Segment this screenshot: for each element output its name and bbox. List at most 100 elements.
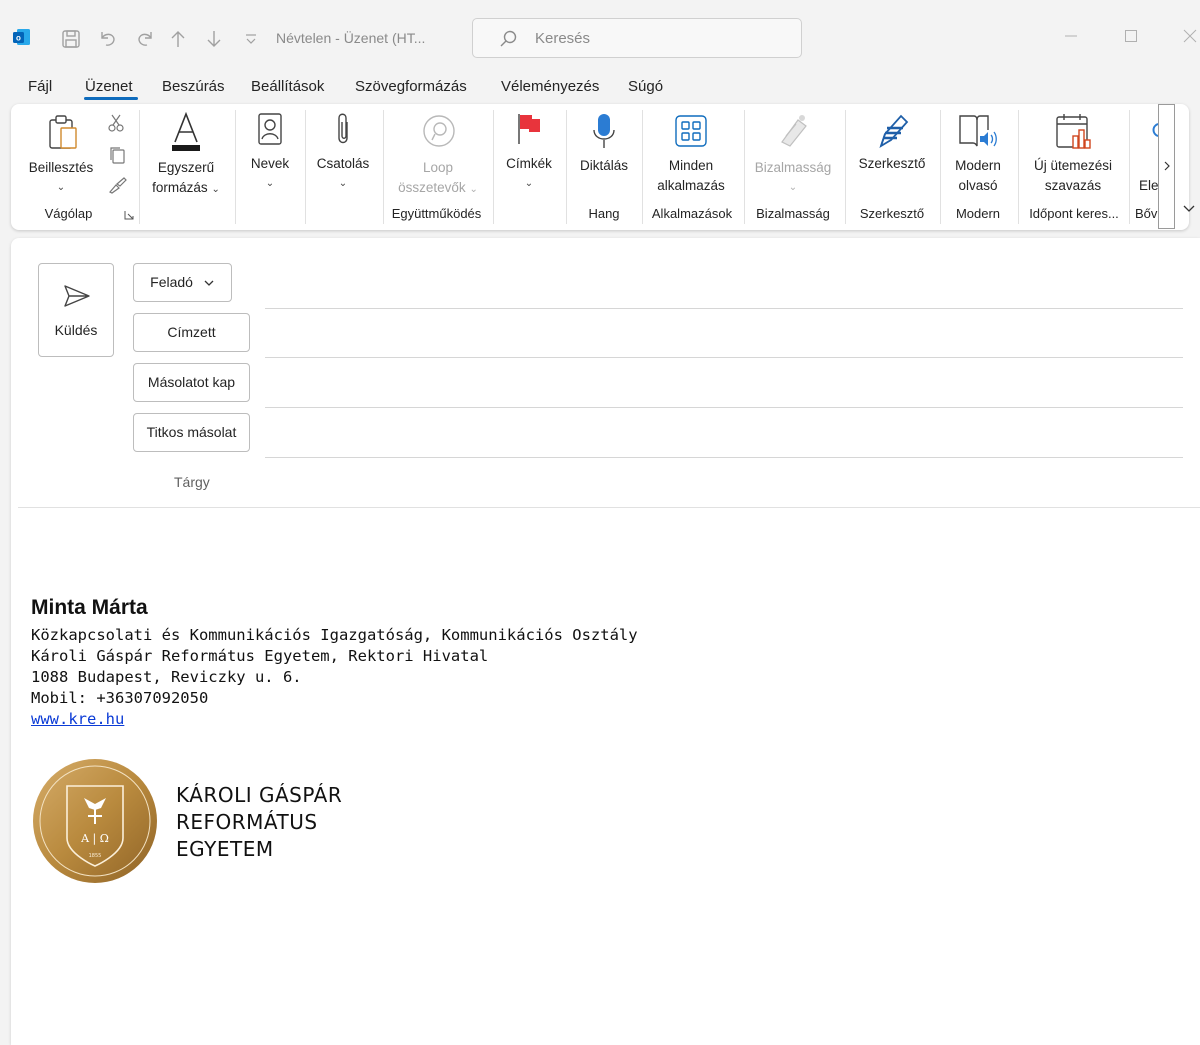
group-separator bbox=[845, 110, 846, 224]
chevron-right-icon bbox=[1164, 161, 1170, 171]
chevron-down-icon: ⌄ bbox=[524, 178, 534, 189]
redo-icon[interactable] bbox=[135, 29, 155, 49]
address-book-icon bbox=[258, 113, 282, 145]
all-apps-label-1: Minden bbox=[668, 158, 714, 173]
chevron-down-icon: ⌄ bbox=[211, 184, 220, 195]
apps-grid-icon bbox=[675, 115, 707, 147]
from-button[interactable]: Feladó bbox=[133, 263, 232, 302]
group-separator bbox=[566, 110, 567, 224]
group-separator bbox=[139, 110, 140, 224]
tab-options[interactable]: Beállítások bbox=[251, 78, 324, 95]
ribbon-scroll-button[interactable] bbox=[1158, 104, 1175, 229]
paperclip-icon bbox=[338, 113, 348, 144]
previous-item-icon[interactable] bbox=[168, 29, 188, 49]
loop-components-button[interactable]: Loop összetevők ⌄ bbox=[389, 112, 487, 198]
format-painter-icon[interactable] bbox=[107, 176, 127, 194]
search-box[interactable]: Keresés bbox=[472, 18, 802, 58]
svg-text:o: o bbox=[16, 34, 21, 43]
all-apps-label-2: alkalmazás bbox=[657, 178, 725, 193]
chevron-down-icon: ⌄ bbox=[56, 182, 66, 193]
window-title: Névtelen - Üzenet (HT... bbox=[276, 30, 426, 46]
from-label: Feladó bbox=[150, 274, 193, 290]
search-placeholder: Keresés bbox=[535, 30, 591, 47]
calendar-poll-icon bbox=[1056, 114, 1091, 149]
to-input[interactable] bbox=[265, 357, 1183, 358]
chevron-down-icon: ⌄ bbox=[788, 182, 798, 193]
signature-line-address: 1088 Budapest, Reviczky u. 6. bbox=[31, 668, 302, 686]
dictate-button[interactable]: Diktálás bbox=[572, 110, 636, 198]
names-button[interactable]: Nevek ⌄ bbox=[241, 110, 299, 198]
tags-button[interactable]: Címkék ⌄ bbox=[499, 110, 559, 198]
immersive-reader-label-2: olvasó bbox=[958, 178, 998, 193]
group-separator bbox=[940, 110, 941, 224]
subject-label: Tárgy bbox=[174, 474, 210, 490]
dictate-label: Diktálás bbox=[579, 158, 628, 173]
logo-text-line-2: REFORMÁTUS bbox=[176, 810, 318, 834]
tab-message[interactable]: Üzenet bbox=[85, 78, 133, 95]
subject-input[interactable] bbox=[18, 507, 1200, 508]
maximize-icon[interactable] bbox=[1121, 26, 1141, 46]
font-color-icon bbox=[172, 112, 200, 151]
immersive-reader-button[interactable]: Modern olvasó bbox=[944, 110, 1012, 198]
search-icon bbox=[500, 30, 517, 47]
tab-insert[interactable]: Beszúrás bbox=[162, 78, 225, 95]
from-field-line bbox=[265, 308, 1183, 309]
close-icon[interactable] bbox=[1180, 26, 1200, 46]
group-label-modern: Modern bbox=[955, 206, 1001, 221]
next-item-icon[interactable] bbox=[204, 29, 224, 49]
ribbon: Beillesztés ⌄ Vágólap Egyszerű formázás … bbox=[11, 104, 1189, 230]
editor-button[interactable]: Szerkesztő bbox=[851, 110, 933, 198]
customize-toolbar-icon[interactable] bbox=[244, 32, 258, 46]
scheduling-poll-button[interactable]: Új ütemezési szavazás bbox=[1021, 110, 1125, 198]
immersive-reader-label-1: Modern bbox=[955, 158, 1001, 173]
group-label-collaboration: Együttműködés bbox=[391, 206, 482, 221]
signature-line-phone: Mobil: +36307092050 bbox=[31, 689, 209, 707]
flag-icon bbox=[518, 114, 540, 144]
copy-icon[interactable] bbox=[108, 146, 126, 164]
to-button[interactable]: Címzett bbox=[133, 313, 250, 352]
tab-review[interactable]: Véleményezés bbox=[501, 78, 599, 95]
chevron-down-icon: ⌄ bbox=[469, 184, 478, 195]
tab-format-text[interactable]: Szövegformázás bbox=[355, 78, 467, 95]
paste-label: Beillesztés bbox=[28, 160, 94, 175]
save-icon[interactable] bbox=[61, 29, 81, 49]
active-tab-indicator bbox=[84, 97, 138, 100]
sensitivity-button[interactable]: Bizalmasság ⌄ bbox=[748, 112, 838, 198]
paste-button[interactable]: Beillesztés ⌄ bbox=[21, 112, 101, 196]
ribbon-options-chevron-down-icon[interactable] bbox=[1181, 200, 1197, 216]
group-separator bbox=[493, 110, 494, 224]
undo-icon[interactable] bbox=[98, 29, 118, 49]
signature-website-link[interactable]: www.kre.hu bbox=[31, 710, 124, 728]
university-seal-logo: A | Ω 1855 bbox=[33, 759, 157, 883]
compose-pane: Küldés Feladó Címzett Másolatot kap Titk… bbox=[11, 238, 1200, 1045]
basic-formatting-button[interactable]: Egyszerű formázás ⌄ bbox=[146, 110, 226, 198]
all-apps-button[interactable]: Minden alkalmazás bbox=[644, 110, 738, 198]
clipboard-icon bbox=[49, 115, 77, 149]
group-label-apps: Alkalmazások bbox=[651, 206, 733, 221]
attach-button[interactable]: Csatolás ⌄ bbox=[311, 110, 375, 198]
send-button[interactable]: Küldés bbox=[38, 263, 114, 357]
bcc-input[interactable] bbox=[265, 457, 1183, 458]
names-label: Nevek bbox=[250, 156, 290, 171]
seal-alpha-omega: A | Ω bbox=[80, 832, 109, 846]
basic-formatting-label-2: formázás bbox=[152, 180, 208, 195]
editor-pen-icon bbox=[879, 114, 909, 149]
tab-file[interactable]: Fájl bbox=[28, 78, 52, 95]
group-label-clipboard: Vágólap bbox=[44, 206, 93, 221]
minimize-icon[interactable] bbox=[1061, 26, 1081, 46]
immersive-reader-icon bbox=[959, 115, 997, 147]
logo-text-line-3: EGYETEM bbox=[176, 837, 274, 861]
dialog-launcher-icon[interactable] bbox=[124, 210, 134, 220]
group-separator bbox=[744, 110, 745, 224]
loop-icon bbox=[423, 115, 455, 147]
cc-button[interactable]: Másolatot kap bbox=[133, 363, 250, 402]
cc-input[interactable] bbox=[265, 407, 1183, 408]
chevron-down-icon: ⌄ bbox=[338, 178, 348, 189]
group-separator bbox=[235, 110, 236, 224]
signature-line-organization: Károli Gáspár Református Egyetem, Rektor… bbox=[31, 647, 489, 665]
bcc-button[interactable]: Titkos másolat bbox=[133, 413, 250, 452]
group-label-sensitivity: Bizalmasság bbox=[756, 206, 830, 221]
loop-label-2: összetevők bbox=[398, 180, 466, 195]
tab-help[interactable]: Súgó bbox=[628, 78, 663, 95]
cut-icon[interactable] bbox=[108, 114, 124, 132]
